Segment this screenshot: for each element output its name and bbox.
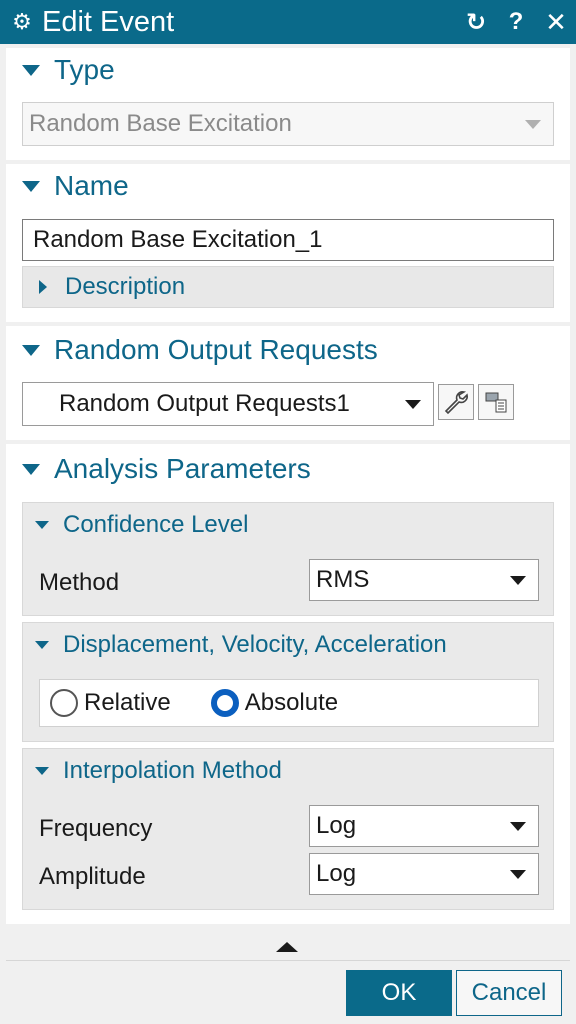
analysis-parameters-group: Analysis Parameters Confidence Level Met… — [6, 444, 570, 924]
output-requests-title: Random Output Requests — [54, 334, 378, 365]
type-select-value: Random Base Excitation — [29, 110, 292, 137]
dropdown-arrow-icon — [405, 399, 421, 409]
method-select[interactable]: RMS — [309, 559, 539, 601]
amplitude-select[interactable]: Log — [309, 853, 539, 895]
confidence-level-header[interactable]: Confidence Level — [23, 503, 553, 547]
footer-divider — [6, 960, 570, 961]
name-input[interactable]: Random Base Excitation_1 — [22, 219, 554, 261]
name-group: Name Random Base Excitation_1 Descriptio… — [6, 164, 570, 322]
frequency-label: Frequency — [39, 815, 153, 842]
radio-absolute-circle[interactable] — [210, 689, 239, 717]
radio-relative[interactable]: Relative — [50, 689, 171, 717]
interpolation-panel: Interpolation Method Frequency Log Ampli… — [22, 748, 554, 910]
radio-absolute[interactable]: Absolute — [210, 689, 339, 717]
dropdown-arrow-icon — [510, 821, 526, 831]
chevron-right-icon — [39, 280, 47, 294]
dva-radio-group: Relative Absolute — [39, 679, 539, 727]
collapse-up-icon[interactable] — [276, 942, 298, 952]
type-group: Type Random Base Excitation — [6, 48, 570, 160]
dva-panel: Displacement, Velocity, Acceleration Rel… — [22, 622, 554, 742]
chevron-down-icon — [22, 180, 40, 192]
chevron-down-icon — [22, 64, 40, 76]
output-requests-header[interactable]: Random Output Requests — [6, 330, 570, 370]
description-expander[interactable]: Description — [22, 266, 554, 308]
type-group-title: Type — [54, 54, 115, 85]
dva-header[interactable]: Displacement, Velocity, Acceleration — [23, 623, 553, 667]
frequency-select[interactable]: Log — [309, 805, 539, 847]
dropdown-arrow-icon — [525, 119, 541, 129]
output-requests-select[interactable]: Random Output Requests1 — [22, 382, 434, 426]
dropdown-arrow-icon — [510, 869, 526, 879]
cancel-button[interactable]: Cancel — [456, 970, 562, 1016]
description-label: Description — [65, 273, 186, 300]
method-label: Method — [39, 569, 120, 596]
chevron-down-icon — [35, 767, 49, 775]
chevron-down-icon — [35, 641, 49, 649]
title-bar: ⚙ Edit Event ↻ ? ✕ — [0, 0, 576, 44]
type-group-header[interactable]: Type — [6, 50, 570, 90]
radio-absolute-label: Absolute — [244, 689, 339, 716]
confidence-level-title: Confidence Level — [63, 511, 249, 538]
analysis-parameters-header[interactable]: Analysis Parameters — [6, 449, 570, 489]
gear-icon: ⚙ — [12, 9, 32, 34]
analysis-parameters-title: Analysis Parameters — [54, 453, 311, 484]
ok-button[interactable]: OK — [346, 970, 452, 1016]
frequency-value: Log — [316, 812, 357, 839]
reset-icon[interactable]: ↻ — [456, 8, 496, 37]
chevron-down-icon — [22, 344, 40, 356]
manager-icon[interactable] — [478, 384, 514, 420]
interpolation-header[interactable]: Interpolation Method — [23, 749, 553, 793]
name-group-title: Name — [54, 170, 129, 201]
output-requests-value: Random Output Requests1 — [59, 390, 350, 417]
name-input-value: Random Base Excitation_1 — [33, 226, 323, 253]
dropdown-arrow-icon — [510, 575, 526, 585]
type-select: Random Base Excitation — [22, 102, 554, 146]
interpolation-title: Interpolation Method — [63, 757, 282, 784]
close-icon[interactable]: ✕ — [536, 7, 576, 38]
output-requests-group: Random Output Requests Random Output Req… — [6, 326, 570, 440]
wrench-icon[interactable] — [438, 384, 474, 420]
chevron-down-icon — [22, 463, 40, 475]
chevron-down-icon — [35, 521, 49, 529]
amplitude-label: Amplitude — [39, 863, 146, 890]
radio-relative-circle[interactable] — [50, 689, 78, 717]
method-value: RMS — [316, 566, 370, 593]
confidence-level-panel: Confidence Level Method RMS — [22, 502, 554, 616]
help-icon[interactable]: ? — [496, 8, 536, 36]
amplitude-value: Log — [316, 860, 357, 887]
radio-relative-label: Relative — [84, 689, 171, 716]
name-group-header[interactable]: Name — [6, 166, 570, 206]
window-title: Edit Event — [42, 5, 175, 38]
dva-title: Displacement, Velocity, Acceleration — [63, 631, 447, 658]
